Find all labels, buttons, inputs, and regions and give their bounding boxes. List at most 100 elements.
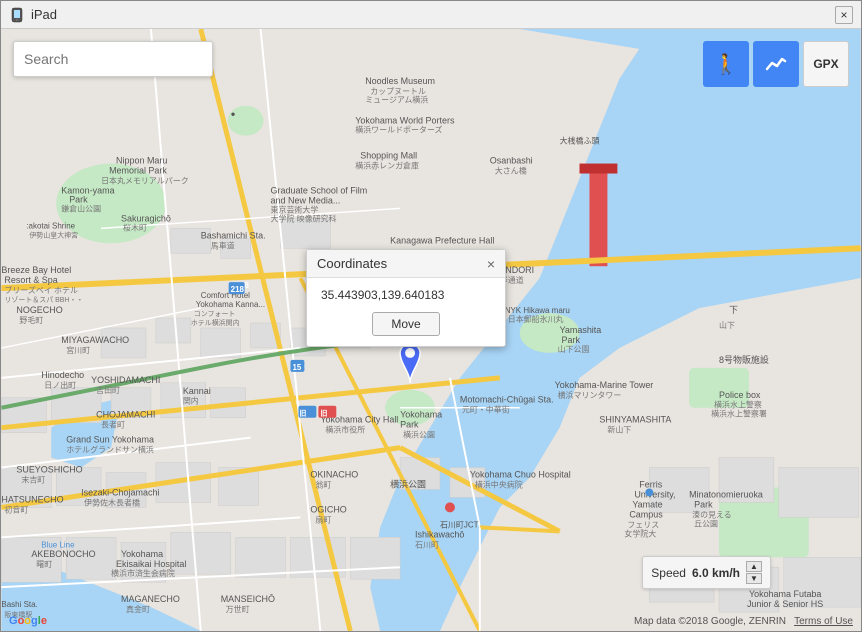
svg-text:伊勢佐木長者橋: 伊勢佐木長者橋 bbox=[84, 497, 140, 507]
svg-text:万世町: 万世町 bbox=[226, 604, 250, 614]
speed-down-button[interactable]: ▼ bbox=[746, 573, 762, 584]
svg-text:Isezaki-Chojamachi: Isezaki-Chojamachi bbox=[81, 487, 159, 497]
svg-text:Yokohama: Yokohama bbox=[400, 410, 442, 420]
terms-link[interactable]: Terms of Use bbox=[794, 616, 853, 627]
svg-text:真金町: 真金町 bbox=[126, 604, 150, 614]
svg-text:Shopping Mall: Shopping Mall bbox=[360, 151, 417, 161]
svg-text:吉田町: 吉田町 bbox=[96, 386, 120, 395]
walk-icon: 🚶 bbox=[714, 52, 739, 77]
svg-text:Hinodecho: Hinodecho bbox=[41, 370, 84, 380]
svg-text:横浜マリンタワー: 横浜マリンタワー bbox=[558, 390, 622, 400]
svg-text:NOGECHO: NOGECHO bbox=[16, 305, 62, 315]
svg-text:丘公園: 丘公園 bbox=[694, 519, 718, 528]
svg-text:OGICHO: OGICHO bbox=[310, 504, 346, 514]
speed-up-button[interactable]: ▲ bbox=[746, 561, 762, 572]
chart-button[interactable] bbox=[753, 41, 799, 87]
svg-text:コンフォート: コンフォート bbox=[194, 310, 236, 318]
attribution-text: Map data ©2018 Google, ZENRIN bbox=[634, 616, 786, 627]
svg-text:カップヌートル: カップヌートル bbox=[370, 87, 426, 96]
svg-text:218: 218 bbox=[231, 285, 245, 294]
svg-text:末吉町: 末吉町 bbox=[21, 474, 45, 484]
svg-text:初音町: 初音町 bbox=[4, 504, 28, 514]
svg-text:フェリス: フェリス bbox=[627, 520, 659, 529]
search-bar[interactable] bbox=[13, 41, 213, 77]
svg-text:下: 下 bbox=[729, 305, 738, 315]
svg-text:リゾート＆スパ BBH・・: リゾート＆スパ BBH・・ bbox=[4, 296, 83, 304]
window-title: iPad bbox=[31, 7, 835, 22]
svg-text:HATSUNECHO: HATSUNECHO bbox=[1, 494, 63, 504]
move-button[interactable]: Move bbox=[372, 312, 439, 336]
svg-text:扇町: 扇町 bbox=[315, 514, 331, 524]
popup-title: Coordinates bbox=[317, 256, 387, 271]
map-attribution: Map data ©2018 Google, ZENRIN Terms of U… bbox=[634, 616, 853, 627]
map-area[interactable]: Kamon-yama Park 鎌倉山公園 :akotai Shrine 伊勢山… bbox=[1, 29, 861, 631]
gpx-button[interactable]: GPX bbox=[803, 41, 849, 87]
svg-text:Park: Park bbox=[69, 194, 88, 204]
svg-text:旧: 旧 bbox=[299, 410, 306, 418]
speed-value: 6.0 km/h bbox=[692, 566, 740, 580]
svg-text:女学院大: 女学院大 bbox=[624, 528, 656, 538]
svg-text:MAGANECHO: MAGANECHO bbox=[121, 594, 180, 604]
svg-text:Kanagawa Prefecture Hall: Kanagawa Prefecture Hall bbox=[390, 235, 494, 245]
svg-text:University,: University, bbox=[634, 489, 675, 499]
svg-text:Park: Park bbox=[694, 499, 713, 509]
svg-text:山下公園: 山下公園 bbox=[558, 344, 590, 354]
svg-text:横浜水上警察: 横浜水上警察 bbox=[714, 400, 762, 410]
svg-text:横浜中央病院: 横浜中央病院 bbox=[475, 479, 523, 489]
titlebar: iPad × bbox=[1, 1, 861, 29]
svg-text:日ノ出町: 日ノ出町 bbox=[44, 380, 76, 390]
svg-text:横浜市済生会病院: 横浜市済生会病院 bbox=[111, 568, 175, 578]
svg-text:Yokohama Chuo Hospital: Yokohama Chuo Hospital bbox=[470, 470, 571, 480]
svg-text:8号物販施設: 8号物販施設 bbox=[719, 354, 769, 365]
coordinate-popup: Coordinates × 35.443903,139.640183 Move bbox=[306, 249, 506, 347]
close-button[interactable]: × bbox=[835, 6, 853, 24]
chart-icon bbox=[765, 53, 787, 75]
popup-close-button[interactable]: × bbox=[487, 257, 495, 271]
svg-text:元町・中華街: 元町・中華街 bbox=[462, 405, 510, 415]
svg-text:Police box: Police box bbox=[719, 390, 761, 400]
svg-text:翁町: 翁町 bbox=[315, 479, 331, 489]
svg-text:湊の見える: 湊の見える bbox=[692, 509, 732, 519]
svg-text:石川町JCT: 石川町JCT bbox=[440, 520, 479, 529]
app-icon bbox=[9, 7, 25, 23]
svg-text:Minatonomieruoka: Minatonomieruoka bbox=[689, 489, 763, 499]
svg-text:横浜水上警察署: 横浜水上警察署 bbox=[711, 409, 767, 419]
svg-text:大桟橋ふ頭: 大桟橋ふ頭 bbox=[560, 136, 600, 146]
svg-text:ホテル横浜関内: ホテル横浜関内 bbox=[191, 318, 240, 327]
svg-text:横浜市役所: 横浜市役所 bbox=[325, 425, 365, 435]
svg-text:横浜公園: 横浜公園 bbox=[403, 430, 435, 440]
svg-text:Grand Sun Yokohama: Grand Sun Yokohama bbox=[66, 435, 154, 445]
svg-text:Campus: Campus bbox=[629, 509, 663, 519]
walk-mode-button[interactable]: 🚶 bbox=[703, 41, 749, 87]
svg-text:MANSEICHŌ: MANSEICHŌ bbox=[221, 594, 275, 604]
svg-text:15: 15 bbox=[292, 363, 301, 372]
svg-text:Nippon Maru: Nippon Maru bbox=[116, 156, 167, 166]
svg-text:ホテルグランドサン横浜: ホテルグランドサン横浜 bbox=[66, 445, 154, 455]
svg-text:Yokohama Kanna...: Yokohama Kanna... bbox=[196, 300, 265, 309]
svg-text:Park: Park bbox=[562, 335, 581, 345]
search-input[interactable] bbox=[24, 51, 202, 67]
svg-text:Bashi Sta.: Bashi Sta. bbox=[1, 600, 37, 609]
svg-text:Yokohama World Porters: Yokohama World Porters bbox=[355, 116, 455, 126]
svg-text:新山下: 新山下 bbox=[607, 425, 631, 435]
svg-text:旧: 旧 bbox=[320, 410, 327, 418]
speed-spinner: ▲ ▼ bbox=[746, 561, 762, 584]
svg-text:曙町: 曙町 bbox=[36, 560, 52, 569]
svg-text:横浜ワールドポーターズ: 横浜ワールドポーターズ bbox=[355, 125, 442, 135]
google-logo: Google bbox=[9, 615, 47, 627]
svg-text:Sakuragichō: Sakuragichō bbox=[121, 213, 171, 223]
map-buttons: 🚶 GPX bbox=[703, 41, 849, 87]
popup-header: Coordinates × bbox=[307, 250, 505, 278]
svg-text:Osanbashi: Osanbashi bbox=[490, 156, 533, 166]
svg-text:SUEYOSHICHO: SUEYOSHICHO bbox=[16, 465, 82, 475]
svg-text:NYK Hikawa maru: NYK Hikawa maru bbox=[505, 306, 570, 315]
svg-text:大さん橋: 大さん橋 bbox=[495, 166, 527, 176]
svg-text:AKEBONOCHO: AKEBONOCHO bbox=[31, 549, 95, 559]
svg-text:Resort & Spa: Resort & Spa bbox=[4, 275, 57, 285]
svg-text:山下: 山下 bbox=[719, 320, 735, 330]
svg-text:SHINYAMASHITA: SHINYAMASHITA bbox=[599, 415, 671, 425]
svg-text:Junior & Senior HS: Junior & Senior HS bbox=[747, 599, 823, 609]
svg-text:横浜赤レンガ倉庫: 横浜赤レンガ倉庫 bbox=[355, 161, 419, 171]
svg-text:鎌倉山公園: 鎌倉山公園 bbox=[61, 203, 101, 213]
svg-text:ブリーズベイ ホテル: ブリーズベイ ホテル bbox=[4, 285, 78, 295]
